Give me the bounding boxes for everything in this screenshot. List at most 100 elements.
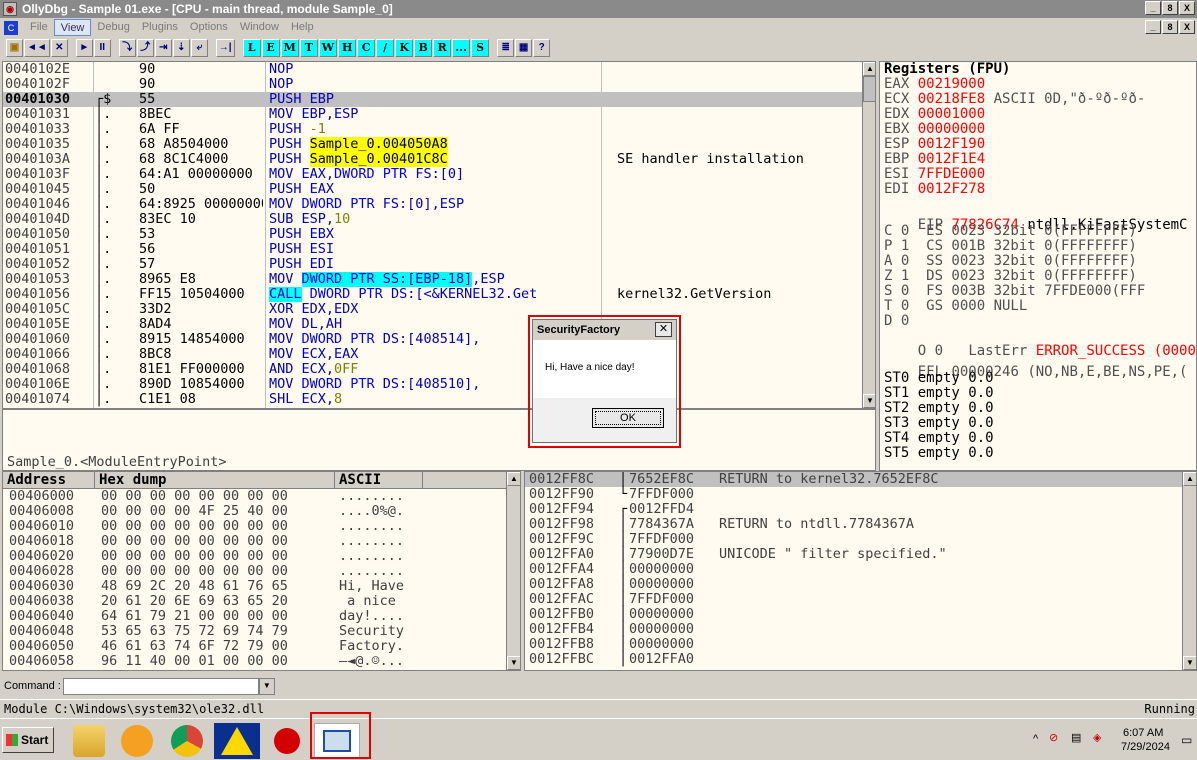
dump-row[interactable]: 00406028 00 00 00 00 00 00 00 00........ xyxy=(3,564,520,579)
mdi-restore-button[interactable]: 8 xyxy=(1162,20,1178,34)
disassembly-row[interactable]: 0040102F 90 NOP xyxy=(3,77,875,92)
disassembly-row[interactable]: 0040105E │. 8AD4 MOV DL,AH xyxy=(3,317,875,332)
dump-row[interactable]: 00406040 64 61 79 21 00 00 00 00 day!.... xyxy=(3,609,520,624)
disassembly-row[interactable]: 0040103A │. 68 8C1C4000 PUSH Sample_0.00401… xyxy=(3,152,875,167)
scroll-down-icon[interactable]: ▼ xyxy=(507,656,520,670)
scroll-up-icon[interactable]: ▲ xyxy=(507,472,520,486)
modules-window-button[interactable]: E xyxy=(261,39,280,57)
minimize-button[interactable]: _ xyxy=(1145,1,1161,15)
stack-row[interactable]: 0012FFA8 │ 00000000 xyxy=(525,577,1196,592)
dump-row[interactable]: 00406030 48 69 2C 20 48 61 76 65 Hi, Have xyxy=(3,579,520,594)
stack-row[interactable]: 0012FFA4 │ 00000000 xyxy=(525,562,1196,577)
references-window-button[interactable]: R xyxy=(433,39,452,57)
menu-help[interactable]: Help xyxy=(285,19,320,36)
lasterr-row[interactable]: O 0 LastErr ERROR_SUCCESS (0000 xyxy=(880,329,1196,359)
menu-options[interactable]: Options xyxy=(184,19,234,36)
fpu-row[interactable]: ST5 empty 0.0 xyxy=(880,446,1196,461)
restart-icon[interactable]: ◄◄ xyxy=(24,39,50,57)
goto-icon[interactable]: →| xyxy=(215,39,235,57)
fpu-row[interactable]: ST0 empty 0.0 xyxy=(880,371,1196,386)
disassembly-row[interactable]: 0040104D │. 83EC 10 SUB ESP,10 xyxy=(3,212,875,227)
flag-row[interactable]: A 0 SS 0023 32bit 0(FFFFFFFF) xyxy=(880,254,1196,269)
register-ecx[interactable]: ECX 00218FE8 ASCII 0D,"ð-ºð-ºð- xyxy=(880,92,1196,107)
call-stack-window-button[interactable]: K xyxy=(395,39,414,57)
run-trace-window-button[interactable]: ... xyxy=(452,39,471,57)
breakpoints-window-button[interactable]: B xyxy=(414,39,433,57)
pause-icon[interactable]: II xyxy=(93,39,111,57)
stack-row[interactable]: 0012FFBC │ 0012FFA0 xyxy=(525,652,1196,667)
register-esp[interactable]: ESP 0012F190 xyxy=(880,137,1196,152)
open-icon[interactable]: ▣ xyxy=(6,39,23,57)
media-player-icon[interactable] xyxy=(114,723,160,759)
threads-window-button[interactable]: T xyxy=(299,39,318,57)
stack-row[interactable]: 0012FFB0 │ 00000000 xyxy=(525,607,1196,622)
flag-row[interactable]: D 0 xyxy=(880,314,1196,329)
flag-row[interactable]: C 0 ES 0023 32bit 0(FFFFFFFF) xyxy=(880,224,1196,239)
register-edi[interactable]: EDI 0012F278 xyxy=(880,182,1196,197)
scroll-down-icon[interactable]: ▼ xyxy=(863,394,875,408)
debugging-options-icon[interactable]: ≣ xyxy=(497,39,515,57)
windows-window-button[interactable]: W xyxy=(318,39,338,57)
disassembly-row[interactable]: 00401033 │. 6A FF PUSH -1 xyxy=(3,122,875,137)
disassembly-row[interactable]: 00401046 │. 64:8925 00000000 MOV DWORD PTR … xyxy=(3,197,875,212)
fpu-row[interactable]: ST3 empty 0.0 xyxy=(880,416,1196,431)
fpu-row[interactable]: ST4 empty 0.0 xyxy=(880,431,1196,446)
cpu-window-icon[interactable]: C xyxy=(4,20,18,35)
volume-icon[interactable]: ◈ xyxy=(1093,731,1101,744)
start-button[interactable]: Start xyxy=(2,727,54,753)
register-esi[interactable]: ESI 7FFDE000 xyxy=(880,167,1196,182)
dump-row[interactable]: 00406000 00 00 00 00 00 00 00 00........ xyxy=(3,489,520,504)
step-into-icon[interactable]: ⤵ xyxy=(118,39,136,57)
dump-col-ascii[interactable]: ASCII xyxy=(335,472,423,489)
network-icon[interactable]: ⊘ xyxy=(1049,731,1058,744)
appearance-icon[interactable]: ▦ xyxy=(515,39,533,57)
command-input[interactable] xyxy=(62,677,259,695)
clock-date[interactable]: 7/29/2024 xyxy=(1121,741,1170,753)
dump-row[interactable]: 00406050 46 61 63 74 6F 72 79 00 Factory. xyxy=(3,639,520,654)
register-ebx[interactable]: EBX 00000000 xyxy=(880,122,1196,137)
mdi-close-button[interactable]: X xyxy=(1179,20,1195,34)
scroll-up-icon[interactable]: ▲ xyxy=(1183,472,1196,486)
flag-row[interactable]: Z 1 DS 0023 32bit 0(FFFFFFFF) xyxy=(880,269,1196,284)
tray-expand-icon[interactable]: ^ xyxy=(1033,733,1038,745)
help-icon[interactable]: ? xyxy=(533,39,551,57)
scroll-thumb[interactable] xyxy=(863,76,875,102)
disassembly-pane[interactable]: 0040102E 90 NOP 0040102F 90 NOP 00401030 ┌$ 55 PU… xyxy=(2,61,876,409)
dump-col-address[interactable]: Address xyxy=(3,472,95,489)
step-over-icon[interactable]: ⤴ xyxy=(136,39,154,57)
stack-pane[interactable]: 0012FF8C │ 7652EF8C RETURN to kernel32.7652… xyxy=(524,471,1197,671)
stack-scrollbar[interactable]: ▲ ▼ xyxy=(1182,472,1196,670)
disassembly-row[interactable]: 0040106E │. 890D 10854000 MOV DWORD PTR DS:… xyxy=(3,377,875,392)
efl-row[interactable]: EFL 00000246 (NO,NB,E,BE,NS,PE,( xyxy=(880,350,1196,380)
execute-till-return-icon[interactable]: ⤶ xyxy=(190,39,208,57)
fpu-row[interactable]: ST2 empty 0.0 xyxy=(880,401,1196,416)
disassembly-row[interactable]: 00401050 │. 53 PUSH EBX xyxy=(3,227,875,242)
explorer-icon[interactable] xyxy=(66,723,112,759)
disassembly-row[interactable]: 00401030 ┌$ 55 PUSH EBP xyxy=(3,92,875,107)
register-eax[interactable]: EAX 00219000 xyxy=(880,77,1196,92)
handles-window-button[interactable]: H xyxy=(338,39,357,57)
close-process-icon[interactable]: ✕ xyxy=(50,39,68,57)
memory-window-button[interactable]: M xyxy=(280,39,299,57)
ollydbg-app-icon[interactable]: ◉ xyxy=(3,2,17,16)
flag-row[interactable]: S 0 FS 003B 32bit 7FFDE000(FFF xyxy=(880,284,1196,299)
disassembly-row[interactable]: 00401045 │. 50 PUSH EAX xyxy=(3,182,875,197)
menu-window[interactable]: Window xyxy=(234,19,285,36)
disassembly-row[interactable]: 00401053 │. 8965 E8 MOV DWORD PTR SS:[EBP-1… xyxy=(3,272,875,287)
dump-row[interactable]: 00406010 00 00 00 00 00 00 00 00........ xyxy=(3,519,520,534)
source-window-button[interactable]: S xyxy=(471,39,490,57)
eip-register[interactable]: EIP 77826C74 ntdll.KiFastSystemC xyxy=(880,203,1196,233)
dump-row[interactable]: 00406018 00 00 00 00 00 00 00 00........ xyxy=(3,534,520,549)
disassembly-row[interactable]: 00401056 │. FF15 10504000 CALL DWORD PTR DS… xyxy=(3,287,875,302)
clock-time[interactable]: 6:07 AM xyxy=(1123,727,1163,739)
chevron-down-icon[interactable]: ▼ xyxy=(258,677,275,695)
run-icon[interactable]: ► xyxy=(75,39,93,57)
stack-row[interactable]: 0012FFB8 │ 00000000 xyxy=(525,637,1196,652)
stack-row[interactable]: 0012FF94 ┌ 0012FFD4 xyxy=(525,502,1196,517)
disassembly-scrollbar[interactable]: ▲ ▼ xyxy=(862,62,875,408)
maximize-button[interactable]: 8 xyxy=(1162,1,1178,15)
close-button[interactable]: X xyxy=(1179,1,1195,15)
disassembly-row[interactable]: 00401051 │. 56 PUSH ESI xyxy=(3,242,875,257)
disassembly-row[interactable]: 00401074 │. C1E1 08 SHL ECX,8 xyxy=(3,392,875,407)
disassembly-row[interactable]: 00401066 │. 8BC8 MOV ECX,EAX xyxy=(3,347,875,362)
